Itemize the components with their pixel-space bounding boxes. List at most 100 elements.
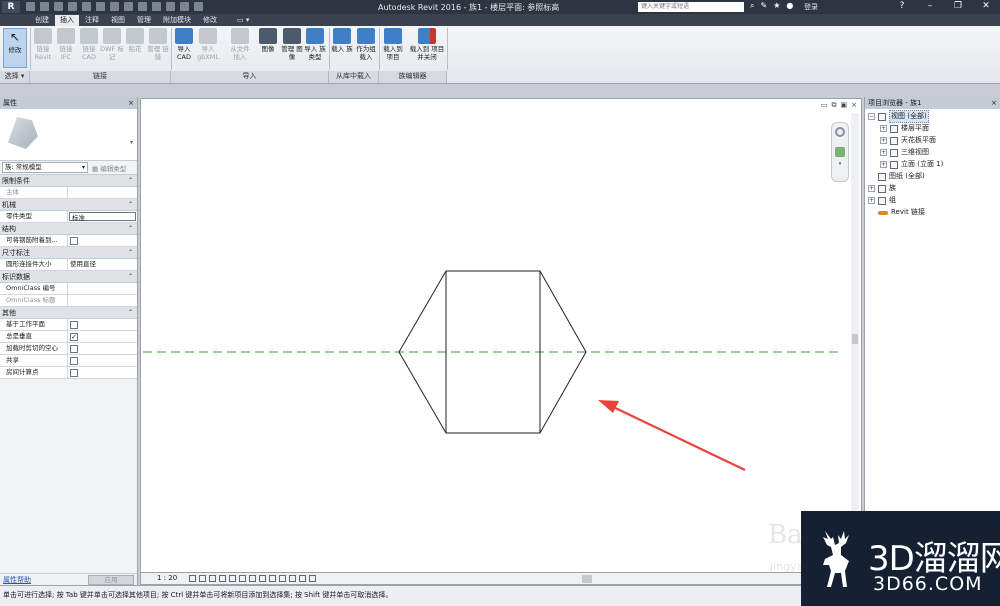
scroll-thumb[interactable] bbox=[852, 334, 858, 344]
type-preview[interactable]: ▾ bbox=[0, 109, 137, 161]
section-icon[interactable] bbox=[152, 2, 161, 11]
search-input[interactable]: 键入关键字或短语 bbox=[638, 2, 744, 12]
drawing-area[interactable]: ▭ ⧉ ▣ × ▾ bbox=[140, 98, 862, 573]
browser-item[interactable]: + 天花板平面 bbox=[880, 135, 936, 146]
load-into-project-button[interactable]: 载入到 项目 bbox=[381, 28, 405, 61]
collapse-icon[interactable]: ⌃ bbox=[128, 271, 133, 283]
link-ifc-button[interactable]: 链接 IFC bbox=[54, 28, 78, 61]
checkbox[interactable] bbox=[70, 356, 78, 365]
view-scale[interactable]: 1 : 20 bbox=[157, 574, 177, 582]
scroll-left-icon[interactable] bbox=[309, 575, 316, 582]
property-value[interactable] bbox=[68, 295, 137, 306]
expand-icon[interactable]: + bbox=[880, 149, 887, 156]
import-gbxml-button[interactable]: 导入 gbXML bbox=[196, 28, 220, 61]
collapse-icon[interactable]: ⌃ bbox=[128, 223, 133, 235]
user-icon[interactable]: ● bbox=[786, 1, 793, 11]
collapse-icon[interactable]: ⌃ bbox=[128, 247, 133, 259]
expand-icon[interactable]: + bbox=[880, 137, 887, 144]
browser-item[interactable]: − 视图 (全部) bbox=[868, 110, 929, 123]
navbar-chevron-icon[interactable]: ▾ bbox=[832, 161, 848, 167]
collapse-icon[interactable]: − bbox=[868, 113, 875, 120]
dimension-icon[interactable] bbox=[110, 2, 119, 11]
expand-icon[interactable]: + bbox=[868, 197, 875, 204]
3d-view-icon[interactable] bbox=[138, 2, 147, 11]
import-family-types-button[interactable]: 导入 族类型 bbox=[303, 28, 327, 61]
checkbox[interactable] bbox=[70, 320, 78, 329]
property-value[interactable] bbox=[68, 235, 137, 246]
tab-manage[interactable]: 管理 bbox=[132, 15, 156, 26]
insert-from-file-button[interactable]: 从文件 插入 bbox=[228, 28, 252, 61]
image-button[interactable]: 图像 bbox=[256, 28, 280, 53]
tab-create[interactable]: 创建 bbox=[30, 15, 54, 26]
property-value[interactable] bbox=[68, 319, 137, 330]
tab-addins[interactable]: 附加模块 bbox=[158, 15, 196, 26]
checkbox[interactable] bbox=[70, 344, 78, 353]
favorites-icon[interactable]: ★ bbox=[773, 1, 780, 11]
switch-windows-icon[interactable] bbox=[194, 2, 203, 11]
manage-images-button[interactable]: 管理 图像 bbox=[280, 28, 304, 61]
temp-hide-icon[interactable] bbox=[249, 575, 256, 582]
redo-icon[interactable] bbox=[68, 2, 77, 11]
view-maximize-icon[interactable]: ▣ bbox=[841, 101, 848, 110]
property-category[interactable]: 机械 ⌃ bbox=[0, 199, 137, 211]
sun-path-icon[interactable] bbox=[209, 575, 216, 582]
property-category[interactable]: 尺寸标注 ⌃ bbox=[0, 247, 137, 259]
property-value[interactable] bbox=[68, 355, 137, 366]
analytical-icon[interactable] bbox=[299, 575, 306, 582]
help-icon[interactable]: ? bbox=[888, 0, 916, 14]
constraints-icon[interactable] bbox=[279, 575, 286, 582]
browser-item[interactable]: + 楼层平面 bbox=[880, 123, 929, 134]
expand-icon[interactable]: + bbox=[880, 161, 887, 168]
login-button[interactable]: 登录 bbox=[804, 2, 818, 12]
tab-view[interactable]: 视图 bbox=[106, 15, 130, 26]
text-icon[interactable] bbox=[124, 2, 133, 11]
browser-close-icon[interactable]: × bbox=[991, 97, 997, 109]
thin-lines-icon[interactable] bbox=[166, 2, 175, 11]
property-category[interactable]: 其他 ⌃ bbox=[0, 307, 137, 319]
property-value[interactable]: 使用直径 bbox=[68, 259, 137, 270]
browser-item[interactable]: 图纸 (全部) bbox=[868, 171, 925, 182]
tab-annotate[interactable]: 注释 bbox=[80, 15, 104, 26]
zoom-icon[interactable] bbox=[835, 147, 845, 157]
load-as-group-button[interactable]: 作为组 载入 bbox=[354, 28, 378, 61]
load-into-project-close-button[interactable]: 载入到 项目并关闭 bbox=[409, 28, 445, 61]
close-icon[interactable]: ✕ bbox=[972, 0, 1000, 14]
show-crop-icon[interactable] bbox=[239, 575, 246, 582]
load-family-button[interactable]: 载入 族 bbox=[330, 28, 354, 53]
view-minimize-icon[interactable]: ▭ bbox=[821, 101, 828, 110]
binoculars-icon[interactable]: ⌕ bbox=[750, 1, 754, 11]
link-revit-button[interactable]: 链接 Revit bbox=[31, 28, 55, 61]
properties-close-icon[interactable]: × bbox=[128, 97, 134, 109]
close-hidden-icon[interactable] bbox=[180, 2, 189, 11]
dwf-markup-button[interactable]: DWF 标记 bbox=[100, 28, 124, 61]
chevron-down-icon[interactable]: ▾ bbox=[130, 139, 133, 146]
manage-links-button[interactable]: 管理 链接 bbox=[146, 28, 170, 61]
vertical-scrollbar[interactable] bbox=[851, 113, 859, 563]
collapse-icon[interactable]: ⌃ bbox=[128, 175, 133, 187]
select-group-label[interactable]: 选择 ▾ bbox=[0, 71, 30, 83]
checkbox[interactable] bbox=[70, 368, 78, 377]
tab-insert[interactable]: 插入 bbox=[55, 15, 79, 26]
tab-modify[interactable]: 修改 bbox=[198, 15, 222, 26]
view-restore-icon[interactable]: ⧉ bbox=[832, 101, 837, 110]
save-icon[interactable] bbox=[40, 2, 49, 11]
crop-view-icon[interactable] bbox=[229, 575, 236, 582]
measure-icon[interactable] bbox=[96, 2, 105, 11]
undo-icon[interactable] bbox=[54, 2, 63, 11]
browser-item[interactable]: + 组 bbox=[868, 195, 896, 206]
property-category[interactable]: 限制条件 ⌃ bbox=[0, 175, 137, 187]
restore-icon[interactable]: ❐ bbox=[944, 0, 972, 14]
collapse-icon[interactable]: ⌃ bbox=[128, 199, 133, 211]
visual-style-icon[interactable] bbox=[199, 575, 206, 582]
property-value[interactable] bbox=[68, 187, 137, 198]
subscription-icon[interactable]: ✎ bbox=[760, 1, 767, 11]
worksharing-icon[interactable] bbox=[269, 575, 276, 582]
property-value[interactable]: 标准 bbox=[69, 212, 136, 222]
tab-options[interactable]: ▭ ▾ bbox=[232, 15, 254, 26]
property-value[interactable] bbox=[68, 343, 137, 354]
browser-item[interactable]: + 立面 (立面 1) bbox=[880, 159, 943, 170]
minimize-icon[interactable]: – bbox=[916, 0, 944, 14]
import-cad-button[interactable]: 导入 CAD bbox=[172, 28, 196, 61]
browser-item[interactable]: Revit 链接 bbox=[868, 207, 925, 218]
view-close-icon[interactable]: × bbox=[851, 101, 857, 110]
